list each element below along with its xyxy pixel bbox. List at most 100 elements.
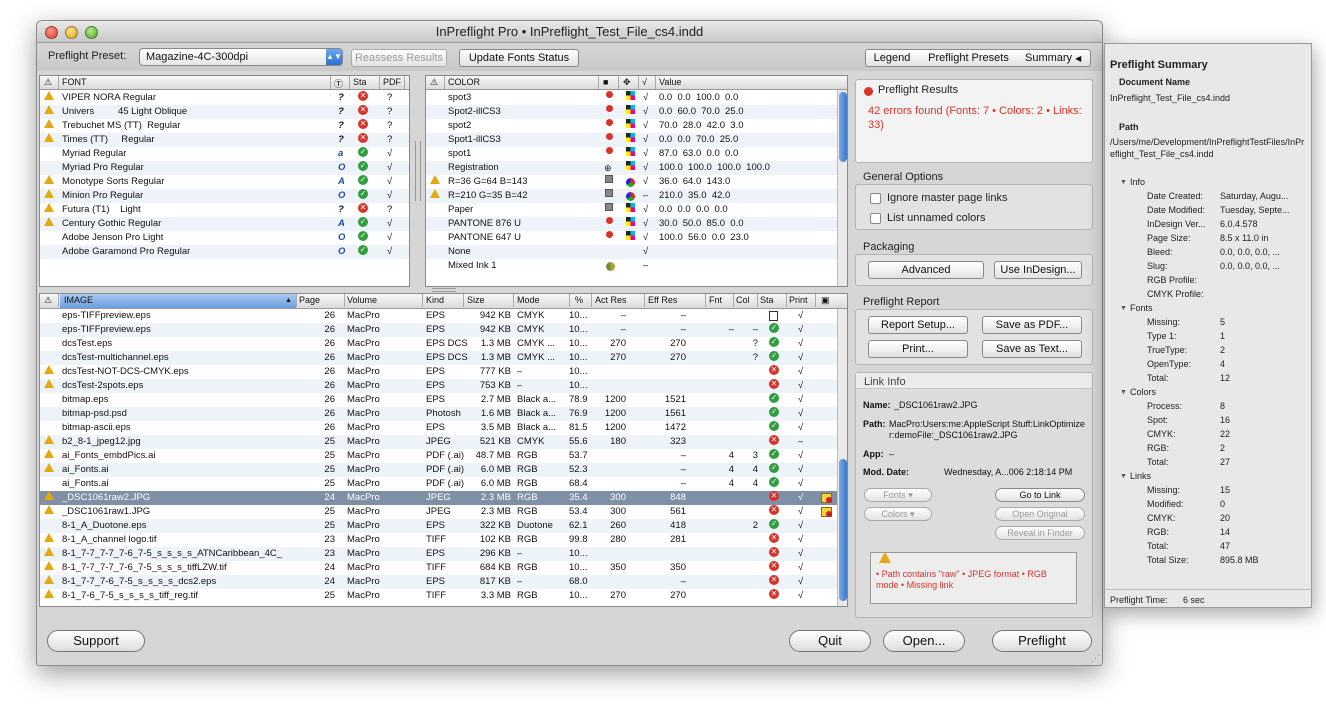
table-row[interactable]: eps-TIFFpreview.eps 26 MacPro EPS 942 KB CMYK…: [40, 323, 847, 337]
go-to-link-button[interactable]: Go to Link: [995, 488, 1085, 502]
table-row[interactable]: _DSC1061raw2.JPG 24 MacPro JPEG 2.3 MB RGB 35.…: [40, 491, 847, 505]
colors-scrollbar[interactable]: [837, 90, 847, 286]
quit-button[interactable]: Quit: [789, 630, 871, 652]
value-column-header[interactable]: Value: [659, 77, 681, 87]
color-row[interactable]: Spot2-illCS3 √ 0.0 60.0 70.0 25.0: [426, 105, 847, 119]
ignore-master-checkbox[interactable]: [870, 193, 881, 204]
table-row[interactable]: 8-1_7-7_7-7_7-6_7-5_s_s_s_tiffLZW.tif 24 M…: [40, 561, 847, 575]
cell-size: 1.3 MB: [480, 352, 511, 363]
table-row[interactable]: b2_8-1_jpeg12.jpg 25 MacPro JPEG 521 KB CMYK 5…: [40, 435, 847, 449]
use-indesign-button[interactable]: Use InDesign...: [994, 261, 1082, 279]
table-row[interactable]: 8-1_7-7_7-6_7-5_s_s_s_s_dcs2.eps 24 MacPro…: [40, 575, 847, 589]
color-name: Registration: [448, 162, 499, 173]
preflight-button[interactable]: Preflight: [992, 630, 1092, 652]
horizontal-splitter[interactable]: [432, 288, 456, 292]
disclosure-triangle-icon[interactable]: ▼: [1120, 389, 1127, 396]
tab-preflight-presets[interactable]: Preflight Presets: [918, 49, 1020, 67]
color-row[interactable]: Paper √ 0.0 0.0 0.0 0.0: [426, 203, 847, 217]
color-row[interactable]: spot2 √ 70.0 28.0 42.0 3.0: [426, 119, 847, 133]
color-row[interactable]: spot1 √ 87.0 63.0 0.0 0.0: [426, 147, 847, 161]
table-row[interactable]: dcsTest-2spots.eps 26 MacPro EPS 753 KB – 10..…: [40, 379, 847, 393]
resize-grip-icon[interactable]: ⋰: [1091, 653, 1100, 664]
cell-pct: 52.3: [569, 464, 588, 475]
tab-summary[interactable]: Summary ◀: [1019, 49, 1091, 67]
color-row[interactable]: None √: [426, 245, 847, 259]
font-row[interactable]: Myriad Pro Regular O ✓ √: [40, 161, 409, 175]
table-row[interactable]: eps-TIFFpreview.eps 26 MacPro EPS 942 KB CMYK…: [40, 309, 847, 323]
table-row[interactable]: bitmap.eps 26 MacPro EPS 2.7 MB Black a... 78.…: [40, 393, 847, 407]
save-as-pdf-button[interactable]: Save as PDF...: [982, 316, 1082, 334]
fonts-popup[interactable]: Fonts ▾: [864, 488, 932, 502]
spot-color-icon: [606, 119, 613, 126]
advanced-button[interactable]: Advanced: [868, 261, 984, 279]
table-row[interactable]: dcsTest-NOT-DCS-CMYK.eps 26 MacPro EPS 777 K…: [40, 365, 847, 379]
color-row[interactable]: PANTONE 647 U √ 100.0 56.0 0.0 23.0: [426, 231, 847, 245]
color-row[interactable]: Registration ⊕ √ 100.0 100.0 100.0 100.0: [426, 161, 847, 175]
table-row[interactable]: 8-1_A_channel logo.tif 23 MacPro TIFF 102 KB…: [40, 533, 847, 547]
color-row[interactable]: R=210 G=35 B=42 –210.0 35.0 42.0: [426, 189, 847, 203]
color-row[interactable]: Spot1-illCS3 √ 0.0 0.0 70.0 25.0: [426, 133, 847, 147]
font-row[interactable]: Univers 45 Light Oblique? ✕?: [40, 105, 409, 119]
support-button[interactable]: Support: [47, 630, 145, 652]
font-row[interactable]: Minion Pro Regular O ✓ √: [40, 189, 409, 203]
disclosure-triangle-icon[interactable]: ▼: [1120, 473, 1127, 480]
reveal-in-finder-button[interactable]: Reveal in Finder: [995, 526, 1085, 540]
open-original-button[interactable]: Open Original: [995, 507, 1085, 521]
font-row[interactable]: VIPER NORA Regular? ✕?: [40, 91, 409, 105]
report-setup-button[interactable]: Report Setup...: [868, 316, 968, 334]
cell-name: bitmap.eps: [62, 394, 109, 405]
table-row[interactable]: 8-1_A_Duotone.eps 25 MacPro EPS 322 KB Duoton…: [40, 519, 847, 533]
list-unnamed-checkbox[interactable]: [870, 213, 881, 224]
images-scroll-thumb[interactable]: [839, 459, 847, 601]
images-scrollbar[interactable]: [837, 309, 847, 606]
table-row[interactable]: dcsTest-multichannel.eps 26 MacPro EPS DCS 1…: [40, 351, 847, 365]
close-window-button[interactable]: [45, 26, 58, 39]
color-row[interactable]: R=36 G=64 B=143 √ 36.0 64.0 143.0: [426, 175, 847, 189]
pdf-column-header[interactable]: PDF: [383, 77, 401, 87]
update-fonts-status-button[interactable]: Update Fonts Status: [459, 49, 579, 67]
color-row[interactable]: PANTONE 876 U √ 30.0 50.0 85.0 0.0: [426, 217, 847, 231]
table-row[interactable]: ai_Fonts_embdPics.ai 25 MacPro PDF (.ai) 48.…: [40, 449, 847, 463]
table-row[interactable]: ai_Fonts.ai 25 MacPro PDF (.ai) 6.0 MB RGB 52.…: [40, 463, 847, 477]
minimize-window-button[interactable]: [65, 26, 78, 39]
zoom-window-button[interactable]: [85, 26, 98, 39]
pane-splitter[interactable]: [415, 141, 421, 201]
reassess-results-button[interactable]: Reassess Results: [351, 49, 447, 67]
preset-popup[interactable]: Magazine-4C-300dpi ▲▼: [139, 48, 343, 66]
color-row[interactable]: Mixed Ink 1 –: [426, 259, 847, 273]
popup-arrows-icon: ▲▼: [326, 49, 342, 65]
font-row[interactable]: Monotype Sorts Regular A ✓ √: [40, 175, 409, 189]
cell-name: eps-TIFFpreview.eps: [62, 324, 151, 335]
table-row[interactable]: 8-1_7-6_7-5_s_s_s_s_tiff_reg.tif 25 MacPro…: [40, 589, 847, 603]
cell-vol: MacPro: [347, 352, 380, 363]
font-row[interactable]: Century Gothic Regular A ✓ √: [40, 217, 409, 231]
table-row[interactable]: bitmap-psd.psd 26 MacPro Photosh 1.6 MB Black…: [40, 407, 847, 421]
font-row[interactable]: Times (TT) Regular? ✕?: [40, 133, 409, 147]
table-row[interactable]: _DSC1061raw1.JPG 25 MacPro JPEG 2.3 MB RGB 53.…: [40, 505, 847, 519]
missing-link-badge-icon: [826, 511, 832, 517]
disclosure-triangle-icon[interactable]: ▼: [1120, 305, 1127, 312]
color-row[interactable]: spot3 √ 0.0 0.0 100.0 0.0: [426, 91, 847, 105]
tab-legend[interactable]: Legend: [865, 49, 919, 67]
disclosure-triangle-icon[interactable]: ▼: [1120, 179, 1127, 186]
table-row[interactable]: dcsTest.eps 26 MacPro EPS DCS 1.3 MB CMYK ...…: [40, 337, 847, 351]
color-used: –: [643, 190, 649, 201]
colors-popup[interactable]: Colors ▾: [864, 507, 932, 521]
color-column-header[interactable]: COLOR: [448, 77, 480, 87]
font-row[interactable]: Adobe Garamond Pro Regular O ✓ √: [40, 245, 409, 259]
font-row[interactable]: Adobe Jenson Pro Light O ✓ √: [40, 231, 409, 245]
font-row[interactable]: Futura (T1) Light? ✕?: [40, 203, 409, 217]
colors-scroll-thumb[interactable]: [839, 92, 847, 162]
font-column-header[interactable]: FONT: [62, 77, 87, 87]
ok-status-icon: ✓: [358, 175, 368, 185]
save-as-text-button[interactable]: Save as Text...: [982, 340, 1082, 358]
summary-fonts-key: Type 1:: [1147, 331, 1177, 341]
open-button[interactable]: Open...: [883, 630, 965, 652]
font-row[interactable]: Trebuchet MS (TT) Regular? ✕?: [40, 119, 409, 133]
font-row[interactable]: Myriad Regular a ✓ √: [40, 147, 409, 161]
print-report-button[interactable]: Print...: [868, 340, 968, 358]
table-row[interactable]: bitmap-ascii.eps 26 MacPro EPS 3.5 MB Black a…: [40, 421, 847, 435]
table-row[interactable]: ai_Fonts.ai 25 MacPro PDF (.ai) 6.0 MB RGB 68.…: [40, 477, 847, 491]
table-row[interactable]: 8-1_7-7_7-7_7-6_7-5_s_s_s_s_ATNCaribbean…: [40, 547, 847, 561]
status-column-header[interactable]: Sta: [353, 77, 367, 87]
